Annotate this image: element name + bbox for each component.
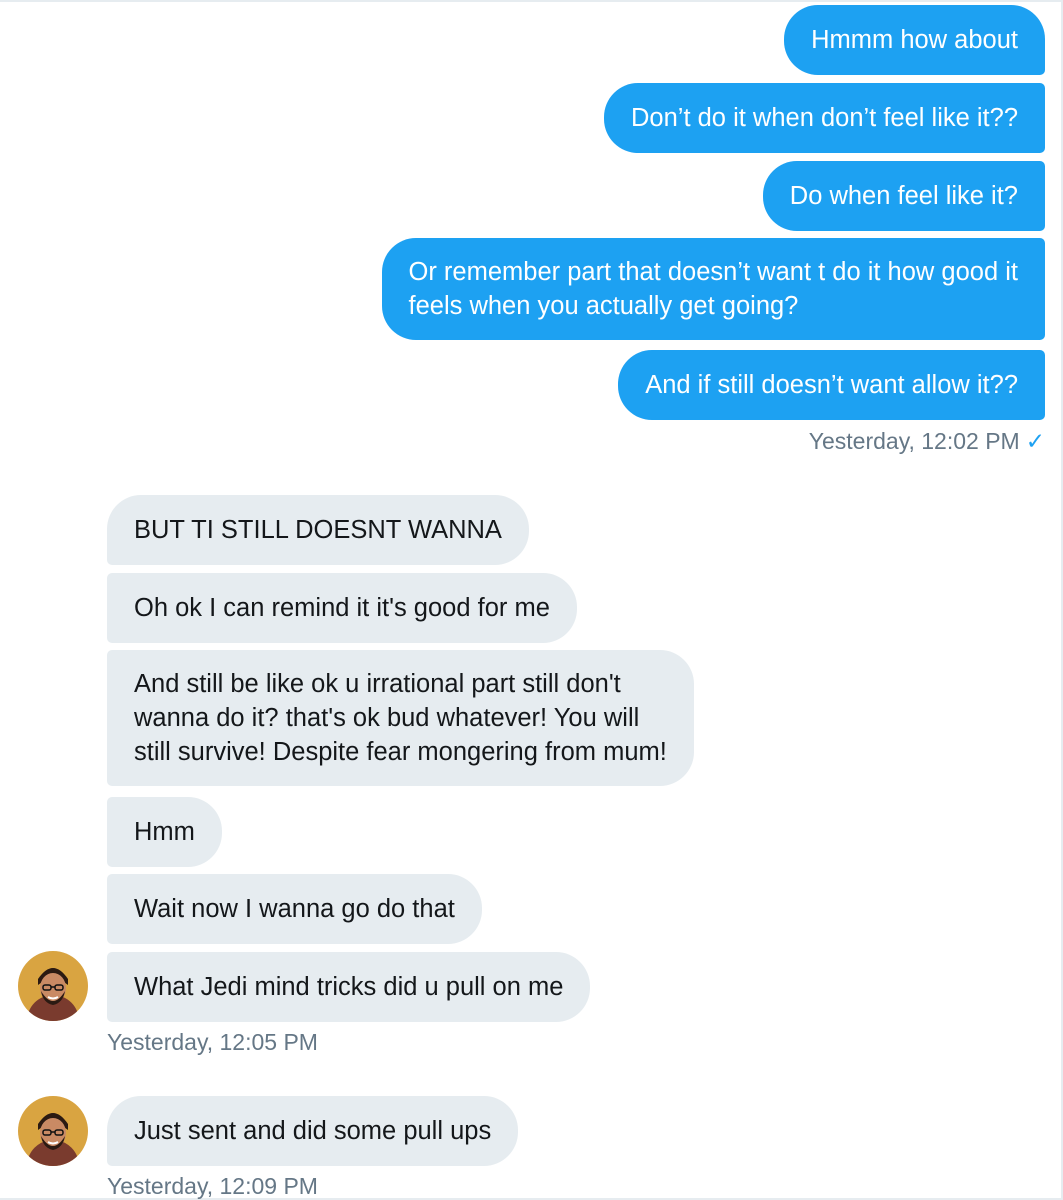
incoming-message[interactable]: What Jedi mind tricks did u pull on me [107, 952, 591, 1022]
message-text: Just sent and did some pull ups [134, 1117, 492, 1145]
outgoing-message[interactable]: Hmmm how about [784, 5, 1045, 75]
message-text: BUT TI STILL DOESNT WANNA [134, 516, 502, 544]
timestamp-text: Yesterday, 12:05 PM [107, 1029, 318, 1055]
message-text: Oh ok I can remind it it's good for me [134, 594, 550, 622]
outgoing-message[interactable]: Don’t do it when don’t feel like it?? [604, 83, 1045, 153]
message-text: Do when feel like it? [789, 182, 1018, 210]
checkmark-icon: ✓ [1025, 428, 1045, 454]
outgoing-timestamp: Yesterday, 12:02 PM ✓ [809, 428, 1045, 455]
message-text-line: And still be like ok u irrational part s… [134, 670, 621, 698]
avatar-image [18, 951, 88, 1021]
message-text: Wait now I wanna go do that [134, 895, 455, 923]
message-text-line: feels when you actually get going? [408, 292, 799, 320]
avatar-image [18, 1096, 88, 1166]
incoming-message[interactable]: Just sent and did some pull ups [107, 1096, 519, 1166]
message-text: Don’t do it when don’t feel like it?? [631, 104, 1018, 132]
avatar[interactable] [18, 951, 88, 1021]
timestamp-text: Yesterday, 12:09 PM [107, 1173, 318, 1199]
message-text: And if still doesn’t want allow it?? [645, 371, 1018, 399]
outgoing-message[interactable]: Or remember part that doesn’t want t do … [381, 238, 1045, 340]
outgoing-message[interactable]: Do when feel like it? [762, 161, 1045, 231]
message-text: Hmmm how about [811, 26, 1018, 54]
timestamp-text: Yesterday, 12:02 PM [808, 428, 1020, 454]
incoming-message[interactable]: Wait now I wanna go do that [107, 874, 482, 944]
message-text-line: Or remember part that doesn’t want t do … [408, 258, 1018, 286]
incoming-timestamp: Yesterday, 12:05 PM [107, 1029, 318, 1056]
message-text-line: wanna do it? that's ok bud whatever! You… [134, 704, 640, 732]
avatar[interactable] [18, 1096, 88, 1166]
message-text: Hmm [134, 818, 195, 846]
message-text-line: still survive! Despite fear mongering fr… [134, 738, 667, 766]
incoming-message[interactable]: Hmm [107, 797, 222, 867]
incoming-message[interactable]: Oh ok I can remind it it's good for me [107, 573, 577, 643]
message-text: What Jedi mind tricks did u pull on me [134, 973, 564, 1001]
incoming-timestamp: Yesterday, 12:09 PM [107, 1173, 318, 1200]
incoming-message[interactable]: BUT TI STILL DOESNT WANNA [107, 495, 529, 565]
incoming-message[interactable]: And still be like ok u irrational part s… [107, 650, 694, 786]
outgoing-message[interactable]: And if still doesn’t want allow it?? [618, 350, 1045, 420]
